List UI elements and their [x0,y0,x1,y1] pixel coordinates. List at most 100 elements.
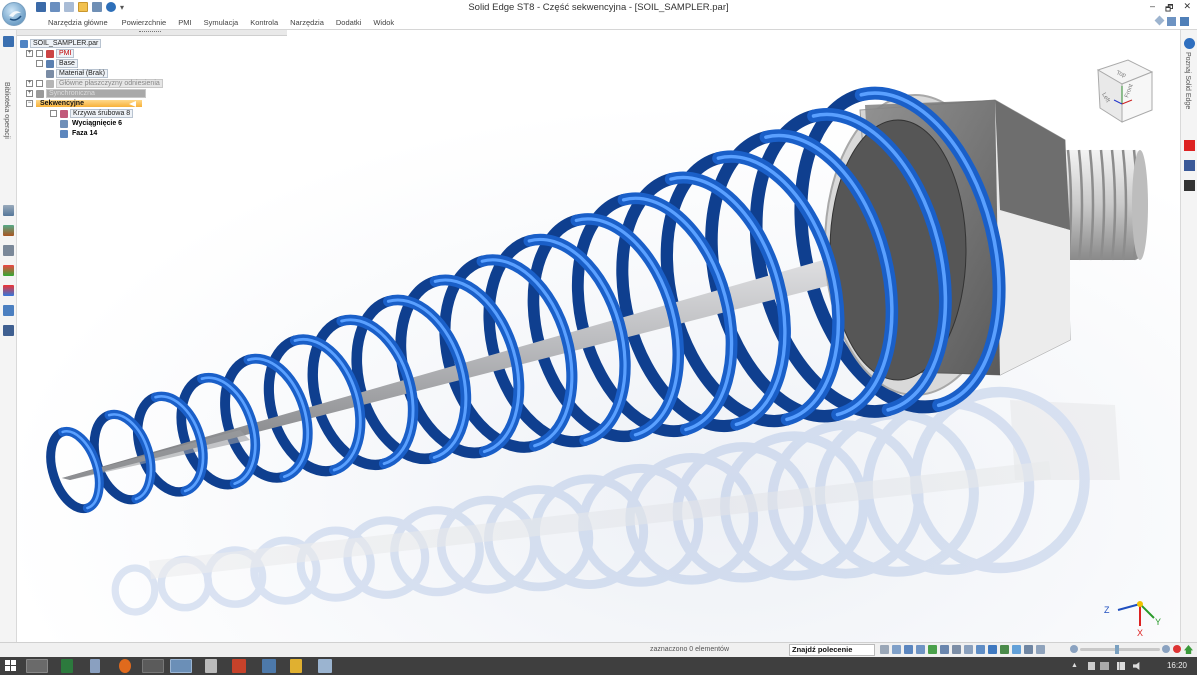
tab-tools[interactable]: Narzędzia [290,18,334,27]
view-orientation-icon[interactable] [976,645,985,654]
command-finder-input[interactable]: Znajdź polecenie [789,644,875,656]
tab-surfaces[interactable]: Powierzchnie [122,18,177,27]
zoom-icon[interactable] [904,645,913,654]
left-docking-rail: Biblioteka operacji [0,30,17,642]
selection-status: zaznaczono 0 elementów [650,646,729,653]
visibility-checkbox[interactable] [36,50,43,57]
network-tray-icon[interactable] [1088,662,1095,670]
ribbon-options-icon[interactable] [1154,15,1165,26]
variables-icon[interactable] [3,265,14,276]
window-title: Solid Edge ST8 - Część sekwencyjna - [SO… [468,2,729,13]
triad-axis-z: Z [1104,605,1110,615]
tree-item-reference-planes[interactable]: + Główne płaszczyzny odniesienia [26,79,163,88]
zoom-slider-track[interactable] [1080,648,1160,651]
window-taskbar-button[interactable] [318,659,332,673]
expand-toggle[interactable]: + [26,50,33,57]
tab-simulation[interactable]: Symulacja [204,18,249,27]
perspective-icon[interactable] [1036,645,1045,654]
visibility-checkbox[interactable] [50,110,57,117]
community-icon[interactable] [1184,180,1195,191]
home-view-icon[interactable] [1184,645,1193,654]
display-taskbar-button[interactable] [262,659,276,673]
windows-start-icon[interactable] [5,660,17,672]
tree-item-synchronous[interactable]: + Synchroniczna [26,89,146,98]
rules-icon[interactable] [3,305,14,316]
collapse-toggle[interactable]: − [26,100,33,107]
expand-toggle[interactable]: + [26,80,33,87]
planes-icon [46,79,54,88]
zoom-in-icon[interactable] [1162,645,1170,653]
excel-taskbar-button[interactable] [61,659,73,673]
tree-item-material[interactable]: Materiał (Brak) [46,69,108,78]
powerpoint-taskbar-button[interactable] [232,659,246,673]
tree-item-label: Główne płaszczyzny odniesienia [56,79,163,88]
graphics-window[interactable] [17,36,1180,642]
spin-icon[interactable] [940,645,949,654]
view-styles-icon[interactable] [1012,645,1021,654]
pan-icon[interactable] [928,645,937,654]
media-taskbar-button[interactable] [290,659,302,673]
tree-item-sequential[interactable]: − Sekwencyjne [26,99,142,108]
app-taskbar-button[interactable] [142,659,164,673]
monitor-tray-icon[interactable] [1100,662,1109,670]
sketch-view-icon[interactable] [1024,645,1033,654]
tree-root[interactable]: SOIL_SAMPLER.par [20,39,102,48]
tree-item-label: Base [56,59,78,68]
solid-edge-taskbar-button[interactable] [170,659,192,673]
tree-item-extrude[interactable]: Wyciągnięcie 6 [60,119,124,128]
signal-tray-icon[interactable] [1117,662,1125,670]
look-at-icon[interactable] [952,645,961,654]
right-docking-rail: Poznaj Solid Edge [1180,30,1197,642]
relationships-icon[interactable] [3,325,14,336]
zoom-out-icon[interactable] [1070,645,1078,653]
zoom-slider-thumb[interactable] [1115,645,1119,654]
tree-item-helix[interactable]: Krzywa śrubowa 8 [50,109,134,118]
stop-icon[interactable] [1173,645,1181,653]
notepad-taskbar-button[interactable] [90,659,100,673]
tree-item-label: PMI [56,49,75,58]
layers-icon[interactable] [3,205,14,216]
firefox-taskbar-button[interactable] [119,659,131,673]
tree-item-label: Materiał (Brak) [56,69,108,78]
expand-toggle[interactable]: + [26,90,33,97]
tree-item-base[interactable]: Base [36,59,78,68]
help-icon[interactable] [1184,38,1195,49]
view-cube[interactable]: Top Left Front [1088,56,1158,126]
ribbon-minimize-icon[interactable] [1167,17,1176,26]
tray-overflow-icon[interactable]: ▲ [1071,662,1079,670]
feature-library-tab[interactable]: Biblioteka operacji [3,82,10,139]
explorer-taskbar-button[interactable] [26,659,48,673]
tab-view[interactable]: Widok [373,18,404,27]
material-icon [46,69,54,78]
tab-inspect[interactable]: Kontrola [250,18,288,27]
visibility-checkbox[interactable] [36,60,43,67]
appearance-icon[interactable] [3,285,14,296]
tree-root-label: SOIL_SAMPLER.par [30,39,102,48]
fit-icon[interactable] [916,645,925,654]
family-of-parts-icon[interactable] [3,225,14,236]
tree-item-chamfer[interactable]: Faza 14 [60,129,99,138]
tab-home[interactable]: Narzędzia główne [48,18,118,27]
learn-solid-edge-tab[interactable]: Poznaj Solid Edge [1184,52,1191,109]
volume-tray-icon[interactable] [1133,662,1140,670]
tab-pmi[interactable]: PMI [178,18,201,27]
tree-item-pmi[interactable]: + PMI [26,49,75,58]
shaded-icon[interactable] [988,645,997,654]
visibility-checkbox[interactable] [36,80,43,87]
sensors-icon[interactable] [3,245,14,256]
printer-taskbar-button[interactable] [205,659,217,673]
application-button[interactable] [2,2,26,26]
base-icon [46,59,54,68]
zoom-area-icon[interactable] [892,645,901,654]
youtube-icon[interactable] [1184,140,1195,151]
facebook-icon[interactable] [1184,160,1195,171]
solid-edge-window: ▾ Solid Edge ST8 - Część sekwencyjna - [… [0,0,1197,675]
named-views-icon[interactable] [964,645,973,654]
taskbar-clock[interactable]: 16:20 [1167,661,1187,670]
shaded-edges-icon[interactable] [1000,645,1009,654]
tree-item-label: Sekwencyjne [36,100,142,107]
rotate-icon[interactable] [880,645,889,654]
tab-addins[interactable]: Dodatki [336,18,371,27]
help-options-icon[interactable] [1180,17,1189,26]
feature-library-icon[interactable] [3,36,14,47]
